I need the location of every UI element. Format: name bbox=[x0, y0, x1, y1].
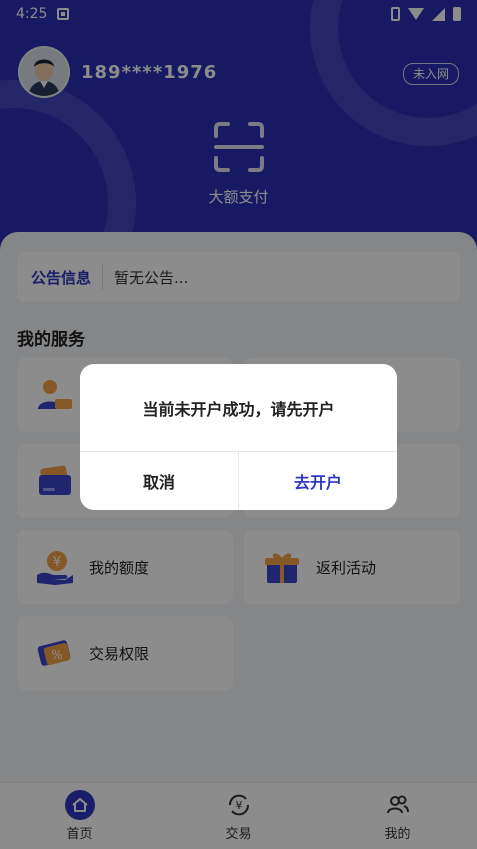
dialog-message: 当前未开户成功，请先开户 bbox=[142, 399, 335, 419]
open-account-button[interactable]: 去开户 bbox=[239, 452, 397, 510]
open-account-dialog: 当前未开户成功，请先开户 取消 去开户 bbox=[80, 364, 397, 510]
app-screen: 4:25 189****1976 未入网 大额支付 公告信息 暂无公告... 我… bbox=[0, 0, 477, 849]
dialog-actions: 取消 去开户 bbox=[80, 451, 397, 510]
cancel-button[interactable]: 取消 bbox=[80, 452, 239, 510]
